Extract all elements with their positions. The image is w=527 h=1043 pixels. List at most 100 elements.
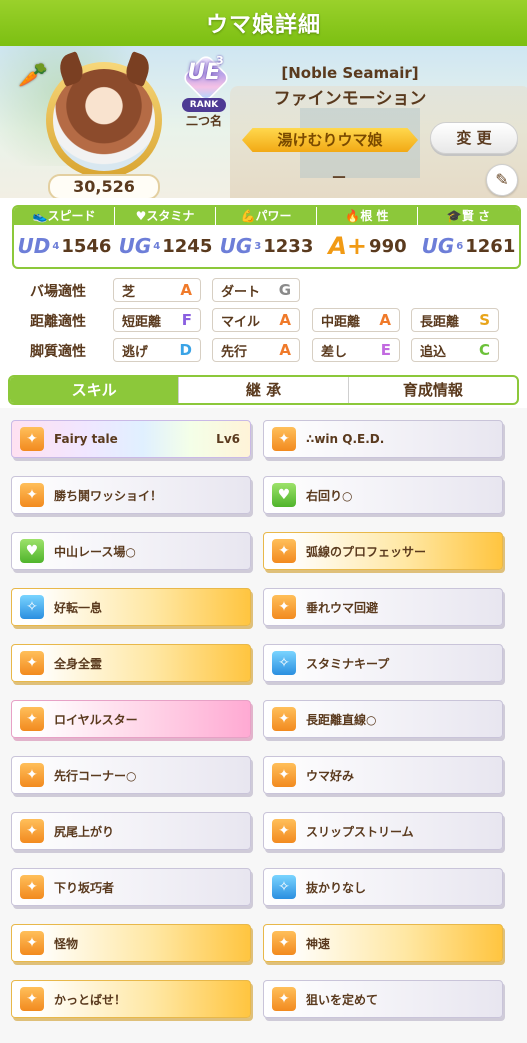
skill-item[interactable]: ✦ 弧線のプロフェッサー	[263, 532, 503, 570]
stat-grade: UG	[219, 234, 253, 258]
skill-item[interactable]: ✧ スタミナキープ	[263, 644, 503, 682]
nickname-label: 二つ名	[185, 114, 222, 128]
skill-name: ∴win Q.E.D.	[306, 432, 385, 446]
skill-item[interactable]: ✦ 先行コーナー○	[11, 756, 251, 794]
skill-item[interactable]: ✦ 怪物	[11, 924, 251, 962]
skill-name: 好転一息	[54, 600, 103, 615]
aptitude-name: マイル	[221, 314, 261, 330]
stat-grade-level: 4	[153, 240, 161, 252]
rank-badge: UE 3 RANK	[180, 53, 231, 112]
aptitude-grade: A	[279, 341, 291, 359]
aptitude-chip-style: 先行 A	[212, 338, 300, 362]
stat-grade: UD	[17, 234, 51, 258]
change-title-button[interactable]: 変 更	[430, 122, 518, 154]
skill-name: 右回り○	[306, 488, 353, 503]
distance-aptitude-label: 距離適性	[30, 314, 86, 330]
stat-stamina: ♥スタミナ UG 4 1245	[115, 207, 216, 267]
tab-bar: スキル 継 承 育成情報	[8, 375, 519, 405]
skill-item[interactable]: ✧ 抜かりなし	[263, 868, 503, 906]
title-banner: 湯けむりウマ娘	[242, 128, 418, 152]
skill-item[interactable]: ✦ 尻尾上がり	[11, 812, 251, 850]
skill-name: 尻尾上がり	[54, 824, 115, 839]
tab-inheritance[interactable]: 継 承	[179, 377, 349, 403]
skill-item[interactable]: ✦ ロイヤルスター	[11, 700, 251, 738]
stats-panel: 👟スピード UD 4 1546 ♥スタミナ UG 4 1245 💪パワー UG 3 1233…	[12, 205, 521, 269]
skill-item[interactable]: ✦ ∴win Q.E.D.	[263, 420, 503, 458]
skill-item[interactable]: ✧ 好転一息	[11, 588, 251, 626]
rank-grade-level: 3	[216, 54, 224, 67]
costume-name: [Noble Seamair]	[281, 64, 419, 82]
aptitude-name: 追込	[420, 344, 447, 360]
skill-icon: ♥	[272, 483, 296, 507]
aptitude-grade: G	[278, 281, 291, 299]
skill-item[interactable]: ♥ 中山レース場○	[11, 532, 251, 570]
skill-name: Fairy tale	[54, 432, 118, 446]
skill-icon: ✦	[272, 987, 296, 1011]
aptitude-grade: A	[279, 311, 291, 329]
header-bar: ウマ娘詳細	[0, 0, 527, 46]
skill-icon: ✦	[20, 875, 44, 899]
stat-speed: 👟スピード UD 4 1546	[14, 207, 115, 267]
skill-item[interactable]: ✦ 勝ち鬨ワッショイ！	[11, 476, 251, 514]
subtitle-text: －	[330, 168, 347, 187]
aptitude-name: 芝	[122, 284, 136, 300]
skill-item[interactable]: ✦ Fairy tale Lv6	[11, 420, 251, 458]
aptitude-name: 中距離	[321, 314, 361, 330]
aptitude-grade: A	[180, 281, 192, 299]
stat-label: 🎓賢 さ	[418, 207, 519, 225]
skill-item[interactable]: ✦ 下り坂巧者	[11, 868, 251, 906]
aptitude-name: ダート	[221, 284, 261, 300]
aptitude-chip-distance: 長距離 S	[411, 308, 499, 332]
aptitude-chip-track: ダート G	[212, 278, 300, 302]
aptitude-chip-style: 差し E	[312, 338, 400, 362]
aptitude-name: 先行	[221, 344, 248, 360]
skill-name: 神速	[306, 936, 331, 951]
skill-name: 長距離直線○	[306, 712, 377, 727]
skill-icon: ✦	[20, 819, 44, 843]
shoe-icon: 👟	[32, 209, 48, 223]
skill-name: ウマ好み	[306, 768, 355, 783]
skill-name: 勝ち鬨ワッショイ！	[54, 488, 163, 503]
skill-icon: ✦	[20, 987, 44, 1011]
stat-value: 1233	[263, 235, 314, 257]
pencil-icon[interactable]: ✎	[486, 164, 518, 196]
stat-value: 1261	[465, 235, 516, 257]
rank-label: RANK	[182, 98, 226, 112]
skill-item[interactable]: ✦ 長距離直線○	[263, 700, 503, 738]
heart-icon: ♥	[135, 209, 147, 223]
skill-icon: ✦	[272, 539, 296, 563]
skill-item[interactable]: ✦ ウマ好み	[263, 756, 503, 794]
skill-icon: ♥	[20, 539, 44, 563]
skill-item[interactable]: ✦ スリップストリーム	[263, 812, 503, 850]
skill-icon: ✧	[272, 651, 296, 675]
skill-item[interactable]: ✦ 狙いを定めて	[263, 980, 503, 1018]
skill-item[interactable]: ✦ 神速	[263, 924, 503, 962]
stat-grade-level: 3	[254, 240, 262, 252]
aptitude-grade: A	[379, 311, 391, 329]
skill-icon: ✦	[20, 707, 44, 731]
skill-icon: ✦	[272, 763, 296, 787]
aptitude-chip-style: 追込 C	[411, 338, 499, 362]
stat-wisdom: 🎓賢 さ UG 6 1261	[418, 207, 519, 267]
skill-icon: ✦	[20, 651, 44, 675]
evaluation-score: 30,526	[48, 174, 160, 198]
aptitude-chip-track: 芝A	[113, 278, 201, 302]
skill-item[interactable]: ✦ 垂れウマ回避	[263, 588, 503, 626]
aptitude-name: 逃げ	[122, 344, 149, 360]
tab-training-info[interactable]: 育成情報	[349, 377, 517, 403]
stat-power: 💪パワー UG 3 1233	[216, 207, 317, 267]
skill-name: ロイヤルスター	[54, 712, 138, 727]
skill-item[interactable]: ✦ かっとばせ！	[11, 980, 251, 1018]
skill-item[interactable]: ♥ 右回り○	[263, 476, 503, 514]
skill-name: 中山レース場○	[54, 544, 136, 559]
tab-skills[interactable]: スキル	[10, 377, 180, 403]
aptitude-grade: S	[479, 311, 490, 329]
stat-label: 🔥根 性	[317, 207, 418, 225]
style-aptitude-label: 脚質適性	[30, 344, 86, 360]
skill-name: 怪物	[54, 936, 79, 951]
skill-name: スタミナキープ	[306, 656, 390, 671]
skill-icon: ✦	[272, 595, 296, 619]
skill-item[interactable]: ✦ 全身全霊	[11, 644, 251, 682]
skill-name: 狙いを定めて	[306, 992, 379, 1007]
profile-panel: 🥕 30,526 UE 3 RANK 二つ名 [Noble Seamair] フ…	[0, 46, 527, 198]
